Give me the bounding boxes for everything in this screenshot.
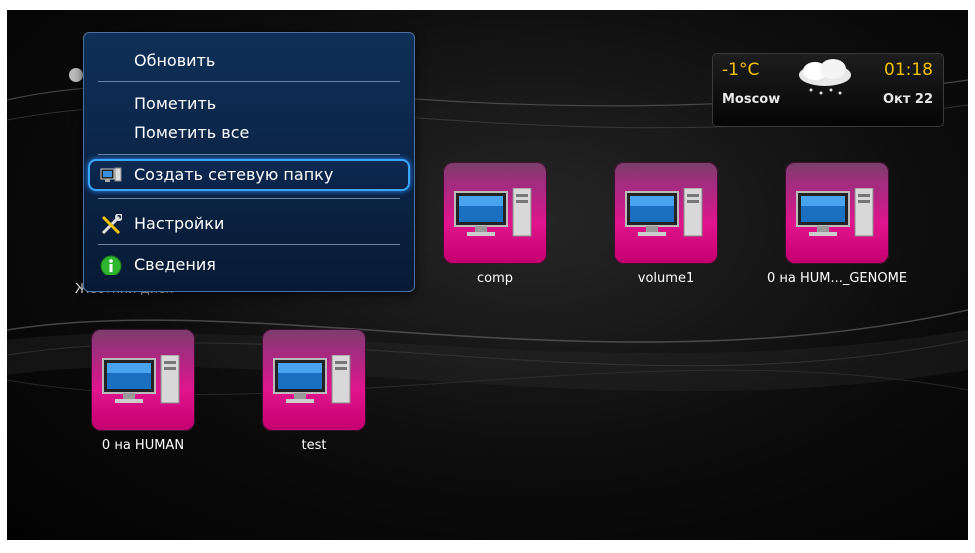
- network-computer-icon: [785, 162, 889, 264]
- menu-item-refresh[interactable]: Обновить: [84, 47, 414, 75]
- menu-separator: [98, 154, 400, 155]
- tile-label: 0 на HUMAN: [101, 438, 185, 453]
- tile-test[interactable]: test: [234, 329, 394, 469]
- tile-label: 0 на HUM..._GENOME: [766, 271, 908, 286]
- snow-cloud-icon: [799, 59, 851, 95]
- menu-item-label: Создать сетевую папку: [134, 165, 334, 184]
- menu-separator: [98, 244, 400, 245]
- menu-item-create-network-folder[interactable]: Создать сетевую папку: [88, 159, 410, 191]
- tile-human-genome[interactable]: 0 на HUM..._GENOME: [757, 162, 917, 302]
- menu-separator: [98, 81, 400, 82]
- weather-widget: -1°C 01:18 Moscow Окт 22: [712, 53, 944, 127]
- clock-time: 01:18: [884, 60, 933, 80]
- network-computer-icon: [443, 162, 547, 264]
- menu-item-label: Пометить все: [134, 123, 250, 142]
- clock-date: Окт 22: [882, 92, 933, 107]
- info-icon: [100, 255, 122, 275]
- menu-item-label: Настройки: [134, 214, 225, 233]
- menu-item-settings[interactable]: Настройки: [84, 210, 414, 238]
- disc-icon: [69, 68, 83, 82]
- tools-icon: [101, 214, 122, 234]
- menu-separator: [98, 198, 400, 199]
- weather-temperature: -1°C: [722, 60, 760, 80]
- menu-item-info[interactable]: Сведения: [84, 251, 414, 279]
- tile-volume1[interactable]: volume1: [586, 162, 746, 302]
- menu-item-label: Сведения: [134, 255, 216, 274]
- tile-human[interactable]: 0 на HUMAN: [63, 329, 223, 469]
- tile-label: test: [301, 438, 327, 453]
- context-menu: Обновить Пометить Пометить все Создать с…: [83, 32, 415, 292]
- tile-comp[interactable]: comp: [415, 162, 575, 302]
- network-computer-icon: [614, 162, 718, 264]
- weather-city: Moscow: [722, 92, 781, 107]
- menu-item-mark-all[interactable]: Пометить все: [84, 119, 414, 147]
- network-computer-icon: [91, 329, 195, 431]
- tile-label: volume1: [637, 271, 695, 286]
- tile-label: comp: [476, 271, 514, 286]
- menu-item-mark[interactable]: Пометить: [84, 90, 414, 118]
- menu-item-label: Обновить: [134, 51, 216, 70]
- network-folder-icon: [100, 167, 122, 182]
- network-computer-icon: [262, 329, 366, 431]
- menu-item-label: Пометить: [134, 94, 217, 113]
- media-player-screen: Жесткий диск -1°C 01:18 Moscow Окт 22: [7, 10, 968, 540]
